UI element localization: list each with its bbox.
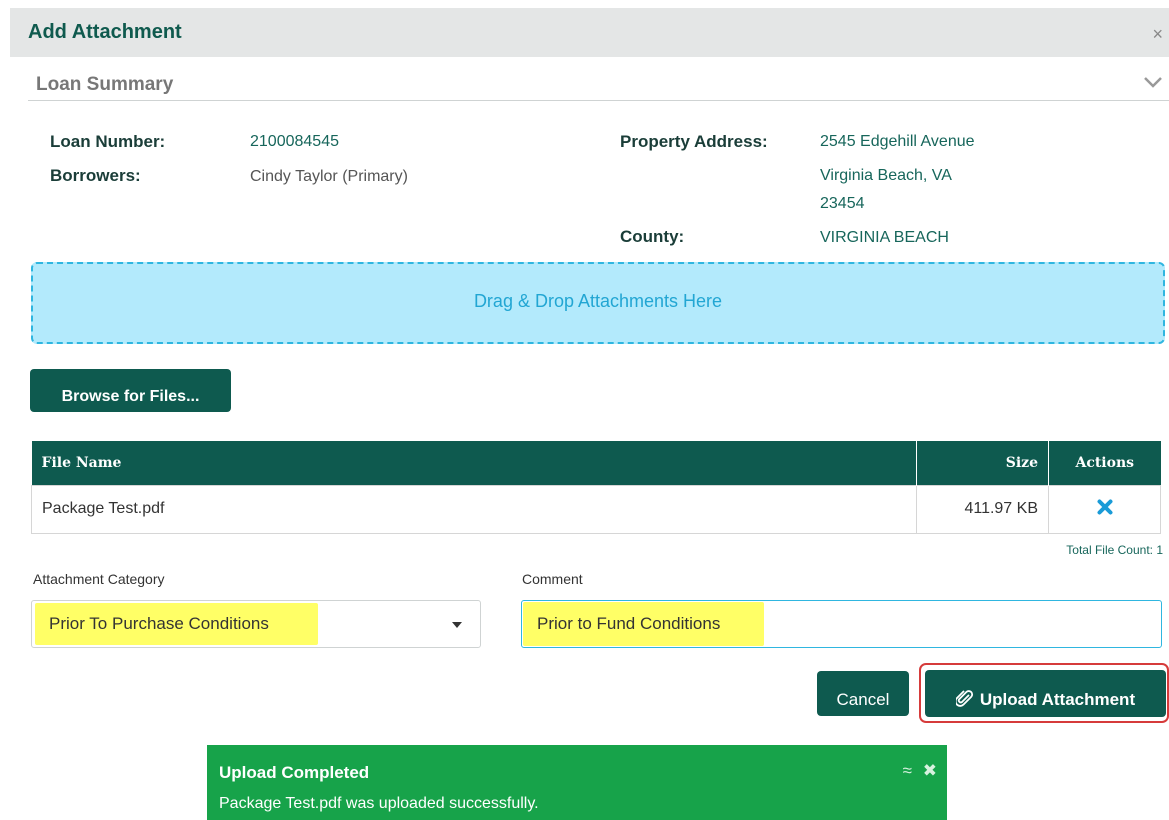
county-label: County:	[620, 227, 685, 246]
attachment-category-select[interactable]: Prior To Purchase Conditions	[31, 600, 481, 648]
attachment-category-value: Prior To Purchase Conditions	[35, 603, 318, 645]
actions-cell	[1048, 484, 1161, 534]
address-line-3: 23454	[820, 195, 865, 212]
chevron-down-icon[interactable]	[1143, 75, 1163, 89]
dropzone-label: Drag & Drop Attachments Here	[473, 291, 723, 311]
dialog-title: Add Attachment	[28, 21, 182, 43]
loan-number-label: Loan Number:	[50, 132, 166, 151]
toast-controls: ≈ ✖	[897, 761, 937, 781]
upload-toast: Upload Completed ≈ ✖ Package Test.pdf wa…	[207, 745, 947, 820]
total-file-count: Total File Count: 1	[1066, 543, 1163, 557]
attachment-category-label: Attachment Category	[33, 571, 165, 587]
county-value: VIRGINIA BEACH	[820, 229, 949, 246]
paperclip-icon	[955, 690, 973, 707]
upload-button-label: Upload Attachment	[979, 690, 1136, 709]
loan-summary-title: Loan Summary	[36, 74, 174, 95]
comment-label: Comment	[522, 571, 583, 587]
toast-message: Package Test.pdf was uploaded successful…	[219, 795, 539, 812]
toast-title: Upload Completed	[219, 763, 370, 782]
cancel-button[interactable]: Cancel	[817, 671, 909, 716]
column-file-name: File Name	[31, 441, 917, 485]
file-name-cell: Package Test.pdf	[31, 484, 917, 534]
close-icon[interactable]: ✖	[923, 761, 937, 780]
loan-number-value: 2100084545	[250, 133, 339, 150]
address-line-1: 2545 Edgehill Avenue	[820, 133, 975, 150]
caret-down-icon	[452, 622, 462, 628]
loan-summary-header[interactable]: Loan Summary	[28, 57, 1169, 101]
column-actions: Actions	[1048, 441, 1161, 485]
dialog-header-bar: Add Attachment ×	[10, 8, 1169, 57]
browse-files-button[interactable]: Browse for Files...	[30, 369, 231, 412]
comment-value: Prior to Fund Conditions	[523, 602, 764, 646]
close-icon[interactable]: ×	[1152, 24, 1163, 45]
files-table: File Name Size Actions Package Test.pdf …	[31, 441, 1161, 534]
table-header-row: File Name Size Actions	[31, 441, 1161, 485]
address-line-2: Virginia Beach, VA	[820, 167, 952, 184]
column-size: Size	[916, 441, 1049, 485]
upload-attachment-button[interactable]: Upload Attachment	[925, 670, 1166, 717]
borrowers-value: Cindy Taylor (Primary)	[250, 168, 408, 185]
collapse-icon[interactable]: ≈	[903, 761, 912, 780]
dialog-header: Add Attachment ×	[0, 0, 1169, 57]
comment-input[interactable]: Prior to Fund Conditions	[521, 600, 1162, 648]
table-row: Package Test.pdf 411.97 KB	[31, 484, 1161, 534]
property-address-label: Property Address:	[620, 132, 768, 151]
borrowers-label: Borrowers:	[50, 166, 141, 185]
remove-icon[interactable]	[1097, 499, 1113, 515]
file-size-cell: 411.97 KB	[916, 484, 1049, 534]
attachment-dropzone[interactable]: Drag & Drop Attachments Here	[31, 262, 1165, 344]
